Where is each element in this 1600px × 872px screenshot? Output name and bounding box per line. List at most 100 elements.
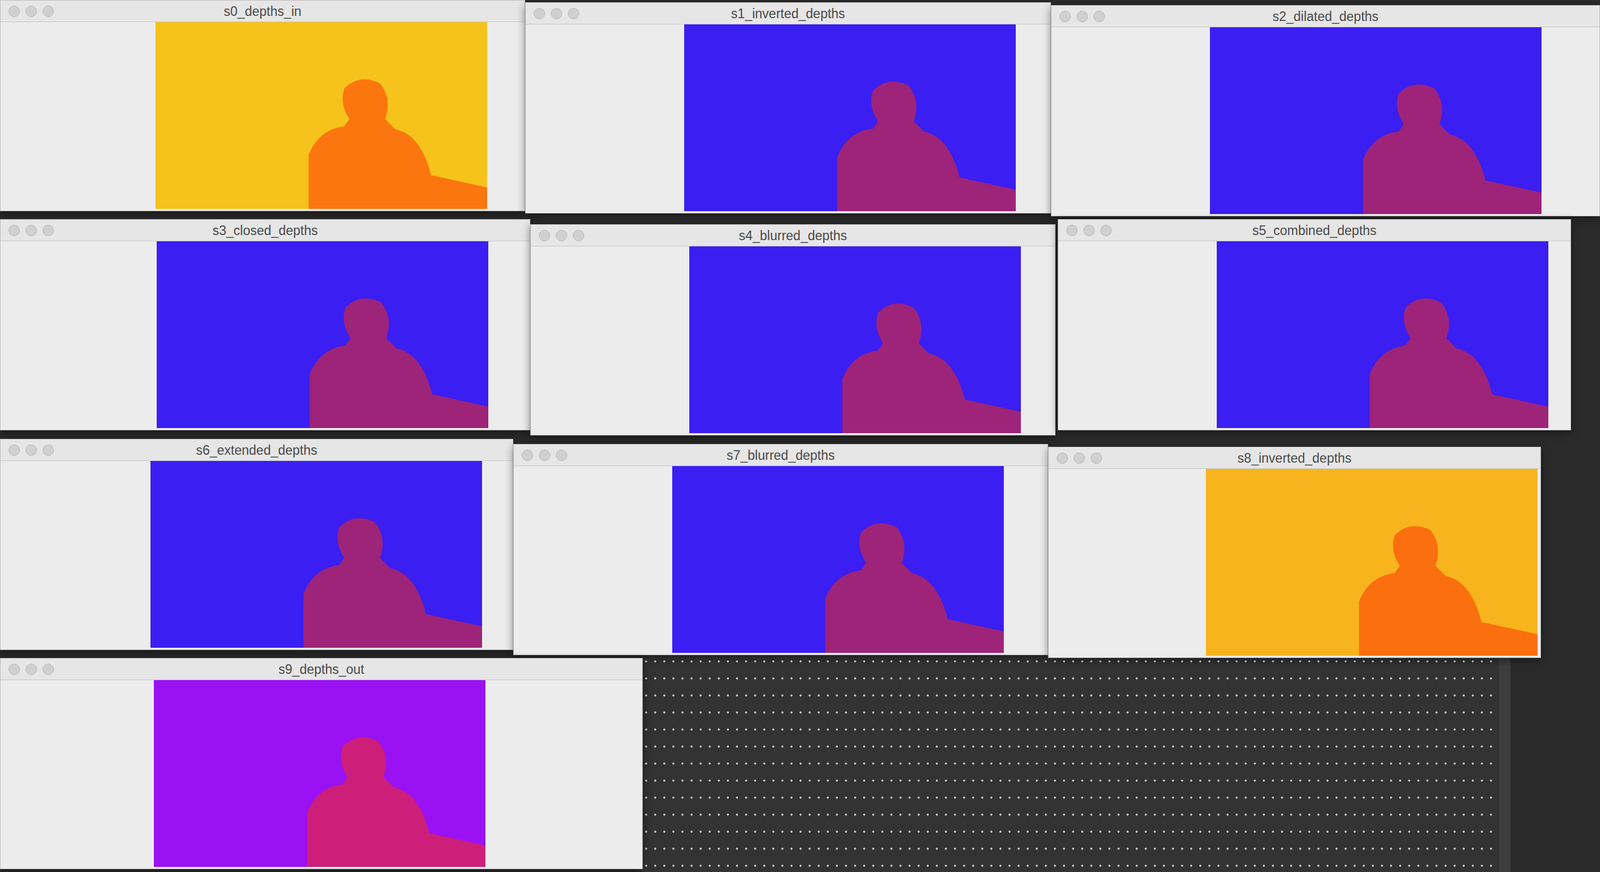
window-button-icon[interactable] [25,5,37,18]
window-body [513,466,1048,655]
title-bar[interactable]: s1_inverted_depths [525,2,1051,25]
image-window[interactable]: s4_blurred_depths [530,224,1056,436]
window-button-icon[interactable] [42,224,54,237]
window-button-icon[interactable] [8,224,20,237]
window-controls [0,224,54,237]
depth-image [684,24,1016,212]
person-silhouette-icon [156,241,489,429]
window-button-icon[interactable] [538,229,551,242]
window-body [0,22,525,211]
window-body [1048,468,1541,658]
window-controls [1058,224,1112,237]
window-button-icon[interactable] [42,5,54,18]
title-bar[interactable]: s3_closed_depths [0,219,530,242]
depth-image [689,246,1021,434]
window-title: s5_combined_depths [1058,219,1571,242]
window-title: s0_depths_in [0,0,525,23]
window-button-icon[interactable] [8,663,20,676]
window-button-icon[interactable] [533,7,546,20]
window-button-icon[interactable] [550,7,563,20]
window-title: s2_dilated_depths [1051,5,1600,28]
title-bar[interactable]: s4_blurred_depths [530,224,1055,247]
title-bar[interactable]: s8_inverted_depths [1048,447,1541,469]
window-button-icon[interactable] [8,5,20,18]
window-title: s4_blurred_depths [530,224,1055,247]
window-button-icon[interactable] [25,444,37,456]
window-button-icon[interactable] [42,444,54,456]
window-controls [1048,452,1103,464]
person-silhouette-icon [153,680,486,867]
depth-image [1209,27,1542,215]
image-window[interactable]: s3_closed_depths [0,219,531,431]
depth-image [155,22,488,209]
image-window[interactable]: s0_depths_in [0,0,526,212]
window-button-icon[interactable] [1056,452,1068,464]
window-button-icon[interactable] [1066,224,1078,237]
window-controls [0,663,54,676]
window-title: s9_depths_out [0,658,643,681]
image-window[interactable]: s2_dilated_depths [1050,5,1600,217]
window-button-icon[interactable] [521,449,534,462]
window-button-icon[interactable] [1059,10,1071,23]
person-silhouette-icon [150,461,483,648]
window-controls [1051,10,1105,23]
window-title: s6_extended_depths [0,439,513,462]
window-button-icon[interactable] [555,229,568,242]
window-controls [530,229,585,242]
window-button-icon[interactable] [42,663,54,676]
window-button-icon[interactable] [25,224,37,237]
window-title: s3_closed_depths [0,219,530,242]
window-button-icon[interactable] [1073,452,1086,464]
window-button-icon[interactable] [1090,452,1103,464]
title-bar[interactable]: s5_combined_depths [1058,219,1571,242]
terminal-background [641,652,1505,872]
depth-image [1205,468,1538,656]
person-silhouette-icon [672,466,1004,653]
window-button-icon[interactable] [572,229,585,242]
window-controls [525,7,580,20]
window-body [530,246,1055,435]
title-bar[interactable]: s9_depths_out [0,658,643,681]
window-controls [0,5,54,18]
person-silhouette-icon [1216,241,1549,429]
window-body [0,680,643,869]
scrollbar[interactable] [1498,652,1511,872]
window-button-icon[interactable] [8,444,20,456]
image-window[interactable]: s5_combined_depths [1057,219,1572,431]
person-silhouette-icon [684,24,1016,212]
window-controls [513,449,568,462]
title-bar[interactable]: s6_extended_depths [0,439,513,462]
image-window[interactable]: s9_depths_out [0,658,643,870]
window-button-icon[interactable] [567,7,580,20]
title-bar[interactable]: s2_dilated_depths [1051,5,1600,28]
window-title: s8_inverted_depths [1048,447,1541,469]
window-button-icon[interactable] [1083,224,1095,237]
window-title: s7_blurred_depths [513,444,1048,467]
window-button-icon[interactable] [538,449,551,462]
window-body [525,24,1051,213]
image-window[interactable]: s8_inverted_depths [1048,446,1541,659]
image-window[interactable]: s7_blurred_depths [513,444,1049,656]
window-title: s1_inverted_depths [525,2,1051,25]
person-silhouette-icon [689,246,1021,434]
depth-image [150,461,483,648]
depth-image [1216,241,1549,429]
window-button-icon[interactable] [1100,224,1112,237]
image-window[interactable]: s6_extended_depths [0,438,514,651]
window-button-icon[interactable] [1093,10,1105,23]
title-bar[interactable]: s7_blurred_depths [513,444,1048,467]
window-body [0,461,513,650]
window-body [0,241,530,430]
person-silhouette-icon [155,22,488,209]
window-body [1058,241,1571,430]
person-silhouette-icon [1209,27,1542,215]
window-button-icon[interactable] [1076,10,1088,23]
window-button-icon[interactable] [555,449,568,462]
title-bar[interactable]: s0_depths_in [0,0,525,23]
desktop: s0_depths_ins1_inverted_depthss2_dilated… [0,0,1600,872]
image-window[interactable]: s1_inverted_depths [525,2,1051,214]
depth-image [156,241,489,429]
depth-image [672,466,1004,653]
depth-image [153,680,486,867]
window-button-icon[interactable] [25,663,37,676]
